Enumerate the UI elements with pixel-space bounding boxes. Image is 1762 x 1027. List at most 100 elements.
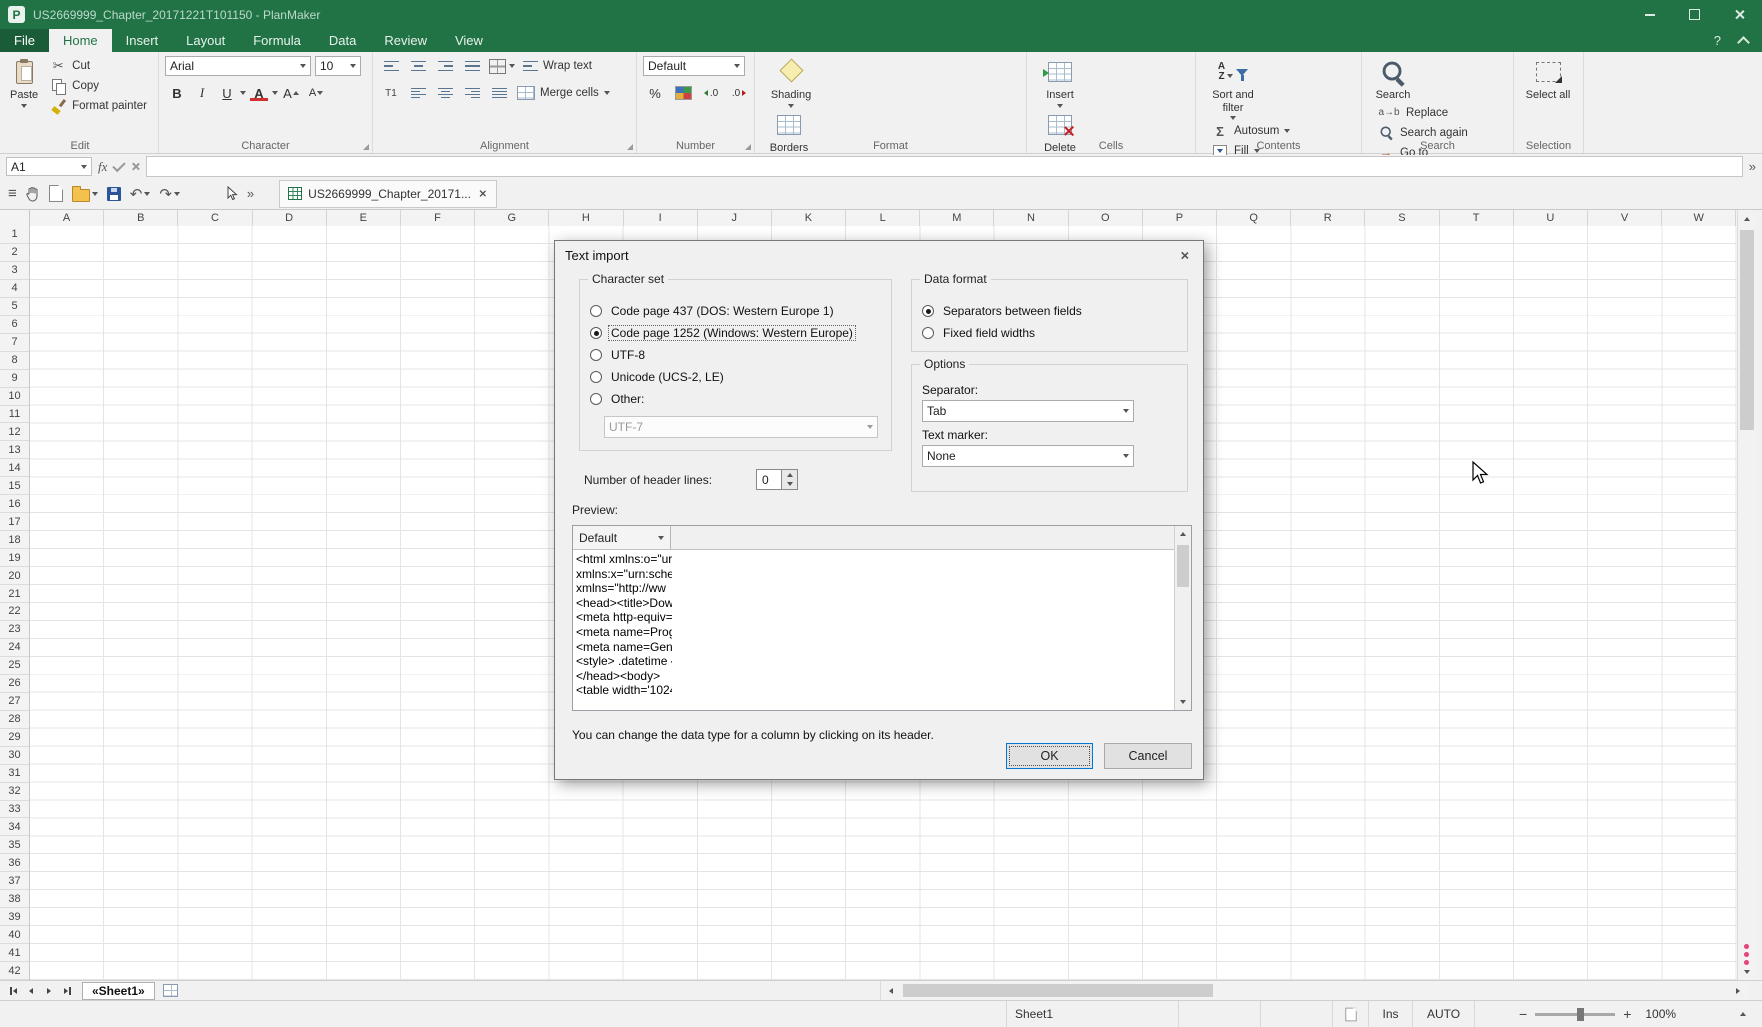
grow-font-button[interactable]: A [279,83,303,103]
toolbar-overflow-icon[interactable]: » [247,186,254,201]
row-header-24[interactable]: 24 [0,639,29,657]
row-header-20[interactable]: 20 [0,567,29,585]
status-auto-mode[interactable]: AUTO [1412,1001,1474,1027]
dialog-title-bar[interactable]: Text import [555,241,1203,269]
save-button[interactable] [107,187,121,201]
font-size-combo[interactable]: 10 [315,56,361,76]
cut-button[interactable]: ✂ Cut [46,56,150,76]
close-document-icon[interactable] [479,190,487,198]
tab-view[interactable]: View [441,29,497,52]
italic-button[interactable]: I [190,83,214,103]
row-header-4[interactable]: 4 [0,280,29,298]
wrap-text-button[interactable]: Wrap text [520,56,595,76]
collapse-ribbon-icon[interactable] [1737,36,1750,49]
cancel-entry-icon[interactable] [131,162,140,171]
radio-code-page-437-dos-western-europe-1[interactable]: Code page 437 (DOS: Western Europe 1) [590,300,881,322]
column-header-U[interactable]: U [1514,210,1588,226]
zoom-in-button[interactable]: + [1623,1006,1631,1022]
cell-reference-box[interactable]: A1 [6,157,92,176]
column-header-J[interactable]: J [698,210,772,226]
select-all-corner[interactable] [0,210,30,226]
format-painter-button[interactable]: Format painter [46,96,150,116]
tab-review[interactable]: Review [370,29,441,52]
row-header-1[interactable]: 1 [0,226,29,244]
column-header-H[interactable]: H [549,210,623,226]
row-header-34[interactable]: 34 [0,818,29,836]
zoom-out-button[interactable]: − [1519,1006,1527,1022]
row-header-7[interactable]: 7 [0,334,29,352]
alignment-dialog-launcher-icon[interactable] [627,144,633,150]
row-header-17[interactable]: 17 [0,513,29,531]
percent-format-button[interactable]: % [643,83,667,103]
row-header-8[interactable]: 8 [0,352,29,370]
merge-cells-button[interactable]: Merge cells [514,83,613,103]
status-sheet-name[interactable]: Sheet1 [1006,1001,1178,1027]
formula-input[interactable] [146,156,1742,177]
vertical-scroll-thumb[interactable] [1740,230,1754,430]
header-lines-spinner[interactable]: 0 [756,469,798,490]
column-header-L[interactable]: L [846,210,920,226]
scroll-up-button[interactable] [1738,210,1756,227]
tab-formula[interactable]: Formula [239,29,315,52]
row-header-42[interactable]: 42 [0,962,29,980]
row-header-12[interactable]: 12 [0,423,29,441]
radio-code-page-1252-windows-western-europe[interactable]: Code page 1252 (Windows: Western Europe) [590,322,881,344]
pointer-mode-button[interactable] [227,186,238,201]
last-sheet-button[interactable] [58,983,76,999]
cancel-button[interactable]: Cancel [1104,743,1192,769]
align-top-button[interactable] [379,56,403,76]
search-button[interactable]: Search [1368,56,1418,103]
zoom-slider-thumb[interactable] [1577,1008,1584,1021]
underline-menu-icon[interactable] [240,91,246,95]
preview-scroll-down[interactable] [1175,694,1191,710]
row-header-37[interactable]: 37 [0,872,29,890]
borders-button[interactable]: Borders [761,109,817,162]
number-format-combo[interactable]: Default [643,56,745,76]
preview-column-type-button[interactable]: Default [573,526,671,549]
row-header-32[interactable]: 32 [0,783,29,801]
insert-cells-button[interactable]: Insert [1033,56,1087,109]
tab-file[interactable]: File [0,29,49,52]
column-header-D[interactable]: D [253,210,327,226]
column-header-Q[interactable]: Q [1217,210,1291,226]
row-header-29[interactable]: 29 [0,729,29,747]
close-button[interactable] [1717,0,1762,29]
first-sheet-button[interactable] [4,983,22,999]
tab-data[interactable]: Data [315,29,370,52]
row-header-27[interactable]: 27 [0,693,29,711]
row-header-2[interactable]: 2 [0,244,29,262]
header-lines-value[interactable]: 0 [756,469,782,490]
spinner-down-button[interactable] [782,480,797,490]
align-left-button[interactable] [406,83,430,103]
row-header-21[interactable]: 21 [0,585,29,603]
column-header-E[interactable]: E [327,210,401,226]
new-document-button[interactable] [49,185,63,202]
column-header-P[interactable]: P [1143,210,1217,226]
row-header-11[interactable]: 11 [0,406,29,424]
scroll-down-button[interactable] [1738,963,1756,980]
status-popup-icon[interactable] [1740,1012,1746,1016]
column-header-R[interactable]: R [1291,210,1365,226]
formula-bar-overflow-icon[interactable]: » [1749,159,1756,174]
remove-decimal-button[interactable]: .0 [727,83,751,103]
dialog-close-button[interactable] [1171,245,1197,265]
select-all-button[interactable]: Select all [1520,56,1576,103]
status-insert-mode[interactable]: Ins [1368,1001,1412,1027]
align-justify-vertical-button[interactable] [460,56,484,76]
column-header-N[interactable]: N [994,210,1068,226]
row-header-5[interactable]: 5 [0,298,29,316]
row-header-33[interactable]: 33 [0,801,29,819]
add-sheet-icon[interactable] [163,984,178,997]
row-header-14[interactable]: 14 [0,459,29,477]
other-encoding-combo[interactable]: UTF-7 [604,416,878,438]
vertical-scrollbar[interactable] [1737,210,1756,980]
confirm-entry-icon[interactable] [113,158,126,171]
row-header-28[interactable]: 28 [0,711,29,729]
row-header-23[interactable]: 23 [0,621,29,639]
sheet-tab-sheet1[interactable]: «Sheet1» [82,982,155,1000]
font-name-combo[interactable]: Arial [165,56,311,76]
autosum-button[interactable]: Σ Autosum [1208,121,1293,141]
horizontal-scroll-thumb[interactable] [903,984,1213,997]
spinner-up-button[interactable] [782,470,797,480]
zoom-level[interactable]: 100% [1645,1007,1676,1021]
